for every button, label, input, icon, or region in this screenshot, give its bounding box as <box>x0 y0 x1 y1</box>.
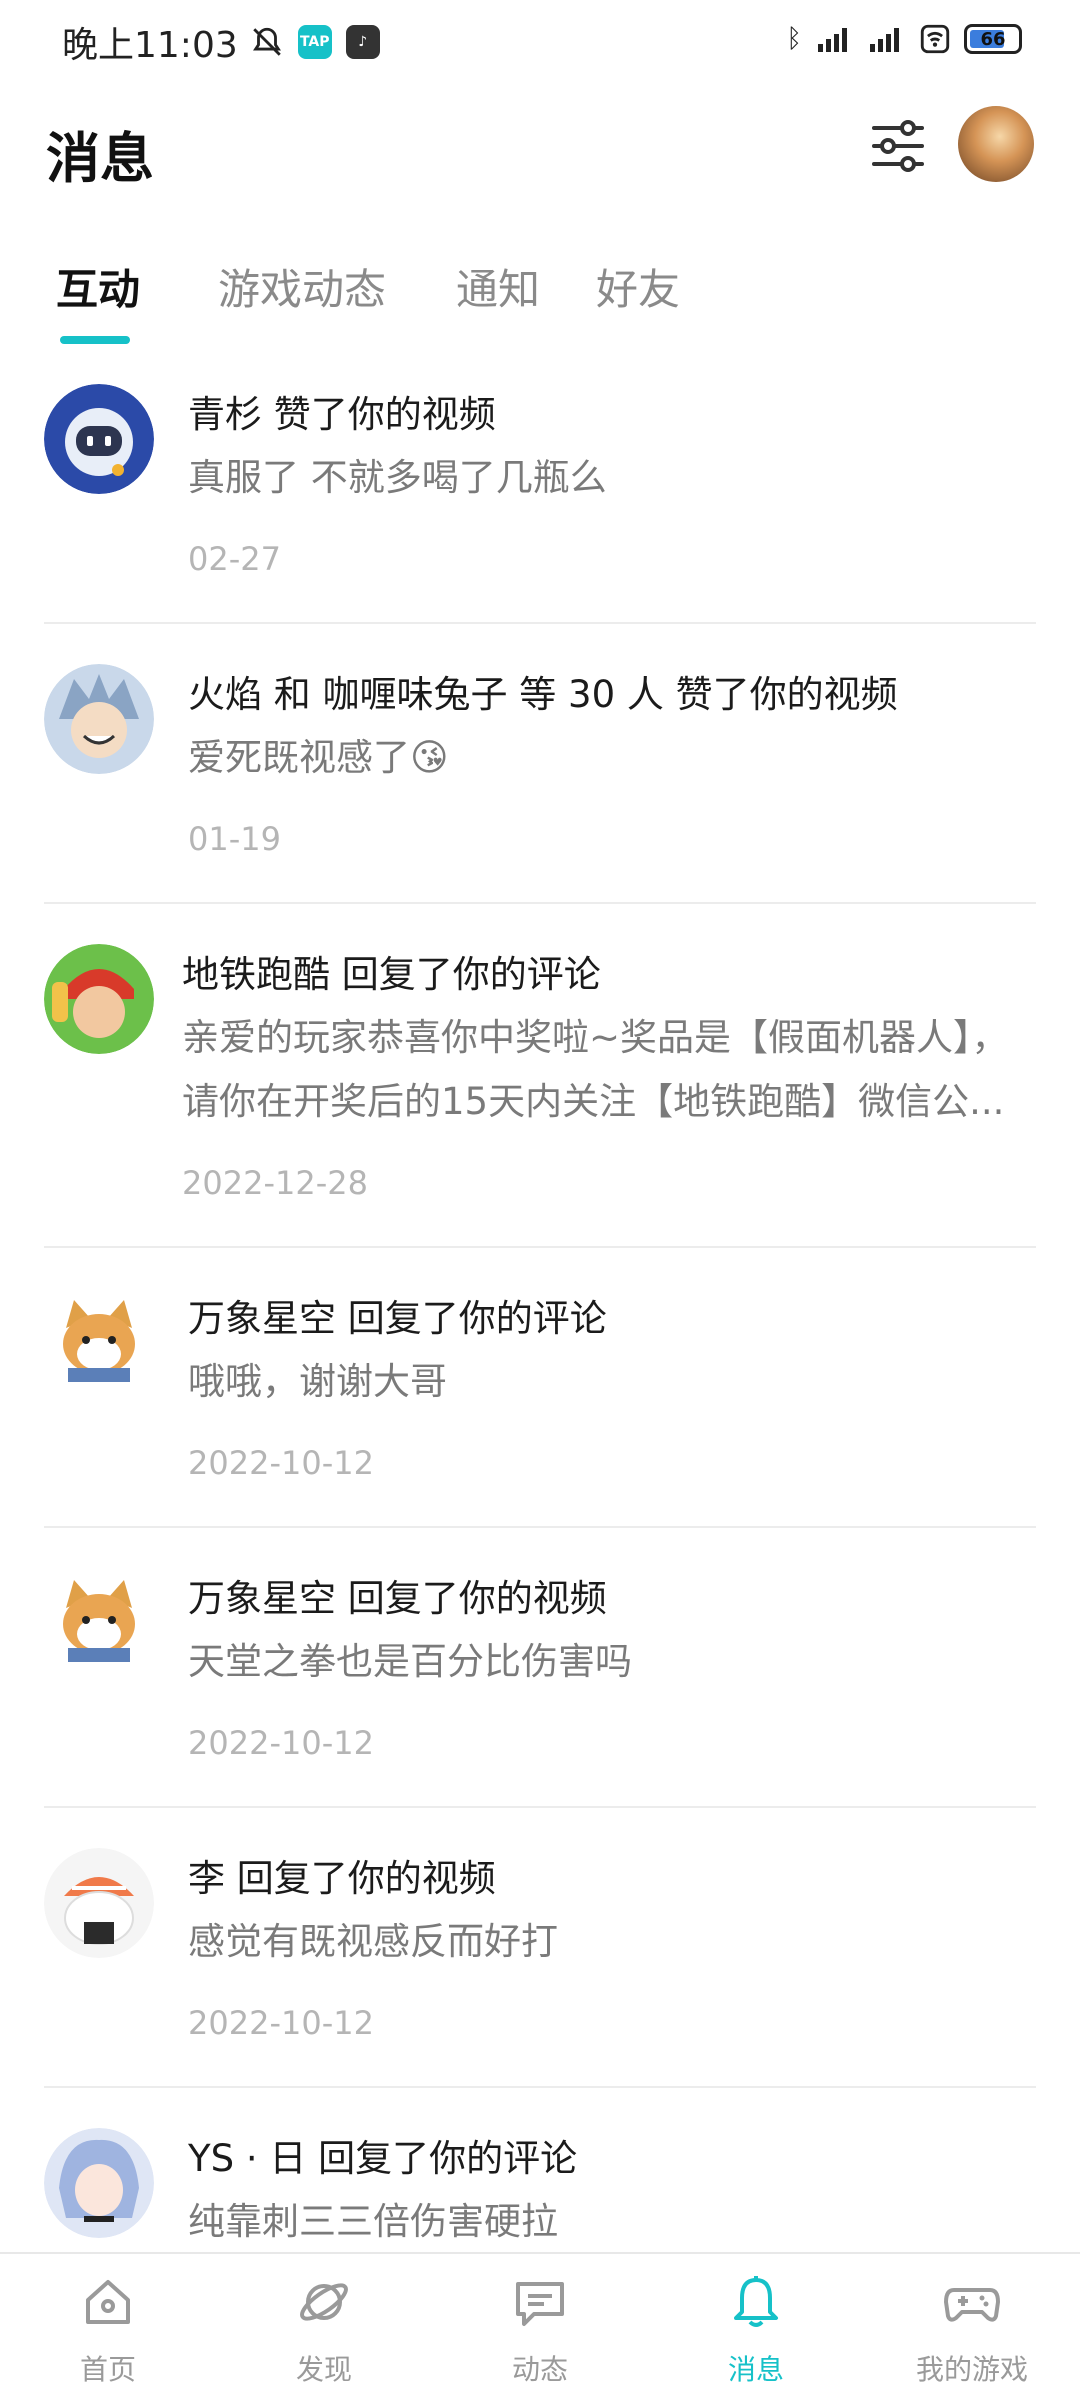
divider <box>44 902 1036 904</box>
nav-label: 动态 <box>511 2353 568 2386</box>
message-date: 01-19 <box>188 820 281 858</box>
header: 消息 <box>0 100 1080 200</box>
message-date: 2022-10-12 <box>188 2004 374 2042</box>
avatar[interactable] <box>44 1288 154 1398</box>
nav-label: 发现 <box>295 2353 352 2386</box>
user-avatar[interactable] <box>958 106 1034 182</box>
tiktok-icon: ♪ <box>345 25 380 59</box>
status-bar: 晚上11:03 TAP ♪ ᛒ 66 <box>0 0 1080 84</box>
message-item[interactable]: 地铁跑酷 回复了你的评论 亲爱的玩家恭喜你中奖啦~奖品是【假面机器人】，请你在开… <box>44 930 1036 1270</box>
gamepad-icon <box>944 2288 1000 2322</box>
message-title: 万象星空 回复了你的视频 <box>188 1577 607 1620</box>
tab-friends[interactable]: 好友 <box>596 256 680 317</box>
mute-bell-icon <box>252 27 281 56</box>
message-item[interactable]: 万象星空 回复了你的评论 哦哦，谢谢大哥 2022-10-12 <box>44 1274 1036 1554</box>
message-title: 李 回复了你的视频 <box>188 1857 496 1900</box>
avatar[interactable] <box>44 664 154 774</box>
divider <box>44 2086 1036 2088</box>
avatar[interactable] <box>44 384 154 494</box>
status-time: 晚上11:03 <box>62 25 238 66</box>
nav-label: 我的游戏 <box>915 2353 1028 2386</box>
nav-home[interactable]: 首页 <box>18 2272 198 2388</box>
message-body: 天堂之拳也是百分比伤害吗 <box>188 1640 632 1683</box>
message-date: 2022-10-12 <box>188 1444 374 1482</box>
signal-icon <box>818 28 847 52</box>
message-title: 青杉 赞了你的视频 <box>188 393 496 436</box>
message-item[interactable]: 万象星空 回复了你的视频 天堂之拳也是百分比伤害吗 2022-10-12 <box>44 1554 1036 1834</box>
message-date: 2022-10-12 <box>188 1724 374 1762</box>
message-body: 爱死既视感了😘 <box>188 736 449 779</box>
divider <box>44 1526 1036 1528</box>
message-title: 火焰 和 咖喱味兔子 等 30 人 赞了你的视频 <box>188 673 898 716</box>
message-item[interactable]: YS · 日 回复了你的评论 纯靠刺三三倍伤害硬拉 <box>44 2114 1036 2254</box>
chat-icon <box>516 2282 564 2326</box>
bottom-nav: 首页 发现 动态 消息 我的游戏 <box>0 2252 1080 2400</box>
message-body: 哦哦，谢谢大哥 <box>188 1360 447 1403</box>
bluetooth-icon: ᛒ <box>786 24 802 54</box>
message-item[interactable]: 李 回复了你的视频 感觉有既视感反而好打 2022-10-12 <box>44 1834 1036 2114</box>
nav-my-games[interactable]: 我的游戏 <box>882 2272 1062 2388</box>
avatar[interactable] <box>44 1848 154 1958</box>
message-item[interactable]: 火焰 和 咖喱味兔子 等 30 人 赞了你的视频 爱死既视感了😘 01-19 <box>44 650 1036 930</box>
wifi-icon <box>920 24 950 54</box>
message-date: 02-27 <box>188 540 281 578</box>
nav-discover[interactable]: 发现 <box>234 2272 414 2388</box>
tab-interaction[interactable]: 互动 <box>56 256 140 317</box>
battery-icon: 66 <box>964 24 1022 54</box>
planet-icon <box>300 2283 348 2321</box>
nav-label: 消息 <box>727 2353 784 2386</box>
filter-settings-icon[interactable] <box>866 114 930 178</box>
tab-notifications[interactable]: 通知 <box>456 256 540 317</box>
tab-game-updates[interactable]: 游戏动态 <box>218 256 386 317</box>
message-body: 真服了 不就多喝了几瓶么 <box>188 456 607 499</box>
nav-feed[interactable]: 动态 <box>450 2272 630 2388</box>
nav-label: 首页 <box>79 2353 136 2386</box>
message-date: 2022-12-28 <box>182 1164 368 1202</box>
nav-messages[interactable]: 消息 <box>666 2272 846 2388</box>
message-item[interactable]: 青杉 赞了你的视频 真服了 不就多喝了几瓶么 02-27 <box>44 370 1036 650</box>
message-title: 万象星空 回复了你的评论 <box>188 1297 607 1340</box>
signal-icon <box>870 28 899 52</box>
tab-bar: 互动 游戏动态 通知 好友 <box>0 250 1080 350</box>
avatar[interactable] <box>44 944 154 1054</box>
home-icon <box>86 2280 130 2324</box>
page-title: 消息 <box>46 127 154 190</box>
taptap-icon: TAP <box>297 25 332 59</box>
message-body: 亲爱的玩家恭喜你中奖啦~奖品是【假面机器人】，请你在开奖后的15天内关注【地铁跑… <box>182 1016 1009 1123</box>
message-body: 感觉有既视感反而好打 <box>188 1920 558 1963</box>
divider <box>44 1806 1036 1808</box>
message-body: 纯靠刺三三倍伤害硬拉 <box>188 2200 558 2243</box>
divider <box>44 1246 1036 1248</box>
message-title: YS · 日 回复了你的评论 <box>188 2137 578 2180</box>
tab-indicator <box>60 336 130 344</box>
message-title: 地铁跑酷 回复了你的评论 <box>182 953 601 996</box>
bell-icon <box>734 2276 778 2327</box>
divider <box>44 622 1036 624</box>
avatar[interactable] <box>44 1568 154 1678</box>
avatar[interactable] <box>44 2128 154 2238</box>
